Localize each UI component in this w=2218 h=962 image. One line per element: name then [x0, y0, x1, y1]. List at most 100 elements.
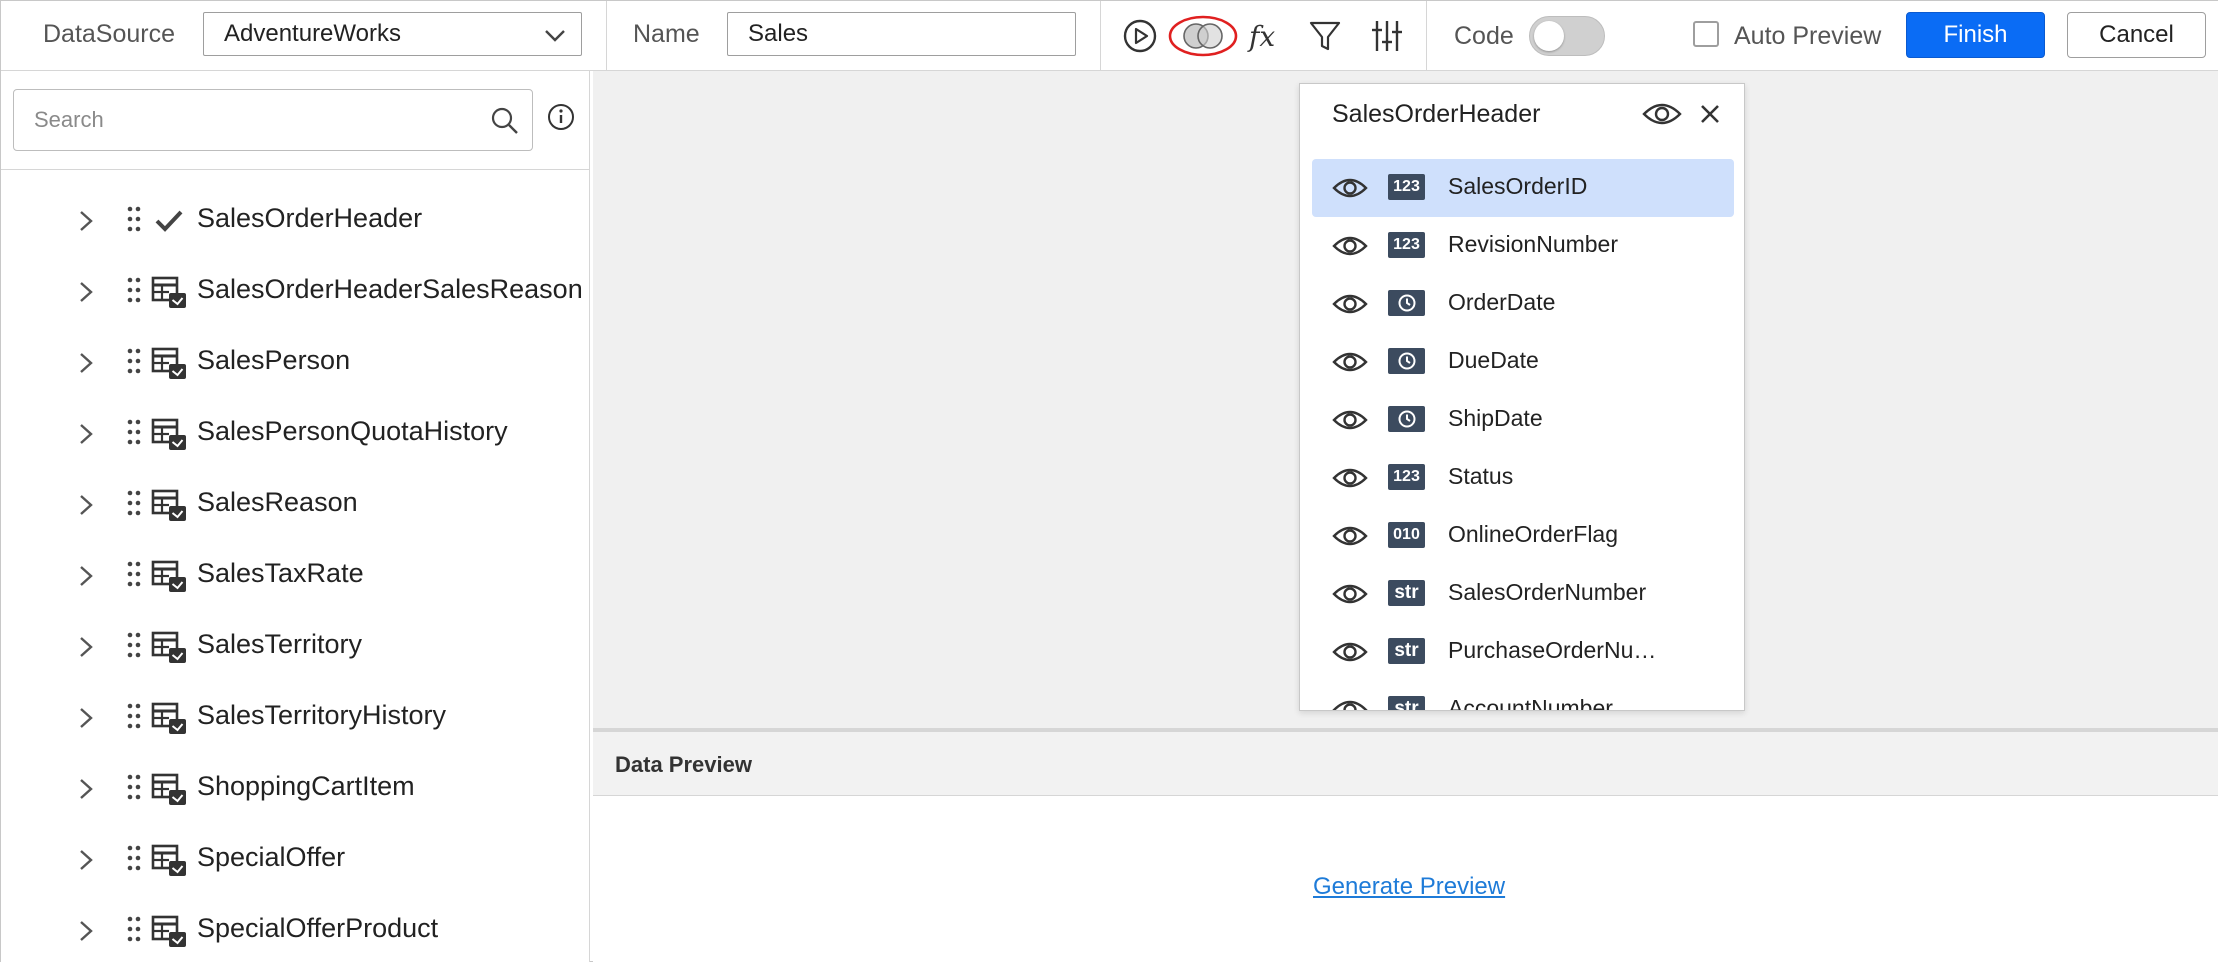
- tree-item[interactable]: SalesOrderHeaderSalesReason: [1, 266, 589, 337]
- column-row[interactable]: str PurchaseOrderNu…: [1312, 623, 1734, 681]
- table-card[interactable]: SalesOrderHeader 123 SalesOrderID 123 Revis…: [1299, 83, 1745, 711]
- data-type-badge: 123: [1388, 232, 1425, 258]
- tree-item-label: SalesPersonQuotaHistory: [197, 416, 508, 446]
- chevron-right-icon[interactable]: [71, 632, 101, 662]
- eye-icon[interactable]: [1332, 464, 1368, 492]
- table-icon: [151, 347, 186, 379]
- drag-handle-icon[interactable]: [125, 489, 143, 519]
- column-row[interactable]: 010 OnlineOrderFlag: [1312, 507, 1734, 565]
- drag-handle-icon[interactable]: [125, 631, 143, 661]
- query-designer: DataSource AdventureWorks Name Sales fx: [0, 0, 2218, 962]
- clock-icon: [1398, 410, 1415, 428]
- table-icon: [151, 773, 186, 805]
- chevron-right-icon[interactable]: [71, 206, 101, 236]
- search-icon[interactable]: [490, 106, 520, 136]
- filter-button[interactable]: [1303, 14, 1347, 58]
- tree-item-label: SalesOrderHeaderSalesReason: [197, 274, 583, 304]
- drag-handle-icon[interactable]: [125, 418, 143, 448]
- datasource-dropdown[interactable]: AdventureWorks: [203, 12, 582, 56]
- info-icon[interactable]: [547, 103, 575, 131]
- chevron-right-icon[interactable]: [71, 703, 101, 733]
- eye-icon[interactable]: [1642, 98, 1682, 130]
- fx-icon: fx: [1247, 20, 1275, 53]
- tree-item[interactable]: SalesTaxRate: [1, 550, 589, 621]
- table-icon: [151, 915, 186, 947]
- clock-icon: [1398, 294, 1415, 312]
- drag-handle-icon[interactable]: [125, 702, 143, 732]
- join-button[interactable]: [1167, 14, 1239, 58]
- drag-handle-icon[interactable]: [125, 844, 143, 874]
- chevron-down-icon: [545, 30, 565, 42]
- chevron-right-icon[interactable]: [71, 845, 101, 875]
- column-row[interactable]: 123 SalesOrderID: [1312, 159, 1734, 217]
- chevron-right-icon[interactable]: [71, 419, 101, 449]
- tree-item[interactable]: SalesPerson: [1, 337, 589, 408]
- column-row[interactable]: str AccountNumber: [1312, 681, 1734, 711]
- settings-button[interactable]: [1365, 14, 1409, 58]
- column-row[interactable]: 123 RevisionNumber: [1312, 217, 1734, 275]
- column-name: DueDate: [1448, 347, 1539, 373]
- data-preview-title: Data Preview: [615, 752, 752, 777]
- column-name: SalesOrderNumber: [1448, 579, 1647, 605]
- sliders-icon: [1372, 21, 1402, 51]
- tree-item-label: SalesTerritoryHistory: [197, 700, 447, 730]
- drag-handle-icon[interactable]: [125, 915, 143, 945]
- chevron-right-icon[interactable]: [71, 490, 101, 520]
- column-row[interactable]: OrderDate: [1312, 275, 1734, 333]
- tree-item[interactable]: SalesTerritory: [1, 621, 589, 692]
- code-label: Code: [1454, 22, 1514, 50]
- panel-divider: [1, 169, 589, 170]
- tree-item[interactable]: SalesOrderHeader: [1, 195, 589, 266]
- column-name: OnlineOrderFlag: [1448, 521, 1619, 547]
- expression-button[interactable]: fx: [1243, 14, 1287, 58]
- tree-item[interactable]: SpecialOfferProduct: [1, 905, 589, 962]
- search-box: [13, 89, 533, 151]
- eye-icon[interactable]: [1332, 290, 1368, 318]
- eye-icon[interactable]: [1332, 580, 1368, 608]
- column-row[interactable]: DueDate: [1312, 333, 1734, 391]
- eye-icon[interactable]: [1332, 232, 1368, 260]
- auto-preview-checkbox[interactable]: [1693, 21, 1719, 47]
- toolbar-divider: [1100, 1, 1101, 71]
- column-row[interactable]: ShipDate: [1312, 391, 1734, 449]
- run-button[interactable]: [1118, 14, 1162, 58]
- name-input[interactable]: Sales: [727, 12, 1076, 56]
- eye-icon[interactable]: [1332, 522, 1368, 550]
- eye-icon[interactable]: [1332, 174, 1368, 202]
- chevron-right-icon[interactable]: [71, 277, 101, 307]
- eye-icon[interactable]: [1332, 638, 1368, 666]
- chevron-right-icon[interactable]: [71, 774, 101, 804]
- tree-item[interactable]: SalesReason: [1, 479, 589, 550]
- eye-icon[interactable]: [1332, 696, 1368, 711]
- close-icon[interactable]: [1698, 102, 1722, 126]
- search-input[interactable]: [34, 104, 474, 136]
- drag-handle-icon[interactable]: [125, 773, 143, 803]
- drag-handle-icon[interactable]: [125, 276, 143, 306]
- column-name: OrderDate: [1448, 289, 1556, 315]
- tree-item[interactable]: SpecialOffer: [1, 834, 589, 905]
- chevron-right-icon[interactable]: [71, 561, 101, 591]
- chevron-right-icon[interactable]: [71, 916, 101, 946]
- cancel-button[interactable]: Cancel: [2067, 12, 2206, 58]
- tree-item-label: SalesPerson: [197, 345, 351, 375]
- drag-handle-icon[interactable]: [125, 347, 143, 377]
- code-toggle[interactable]: [1529, 16, 1605, 56]
- eye-icon[interactable]: [1332, 406, 1368, 434]
- data-type-badge: 010: [1388, 522, 1425, 548]
- tree-item[interactable]: SalesTerritoryHistory: [1, 692, 589, 763]
- generate-preview-link[interactable]: Generate Preview: [1313, 873, 1505, 901]
- tree-item[interactable]: SalesPersonQuotaHistory: [1, 408, 589, 479]
- column-row[interactable]: 123 Status: [1312, 449, 1734, 507]
- column-name: RevisionNumber: [1448, 231, 1619, 257]
- finish-button[interactable]: Finish: [1906, 12, 2045, 58]
- auto-preview-label: Auto Preview: [1734, 22, 1882, 50]
- join-icon: [1168, 15, 1238, 57]
- tree-item-label: SpecialOffer: [197, 842, 346, 872]
- drag-handle-icon[interactable]: [125, 205, 143, 235]
- eye-icon[interactable]: [1332, 348, 1368, 376]
- column-row[interactable]: str SalesOrderNumber: [1312, 565, 1734, 623]
- drag-handle-icon[interactable]: [125, 560, 143, 590]
- tree-item[interactable]: ShoppingCartItem: [1, 763, 589, 834]
- tree-item-label: SalesOrderHeader: [197, 203, 423, 233]
- chevron-right-icon[interactable]: [71, 348, 101, 378]
